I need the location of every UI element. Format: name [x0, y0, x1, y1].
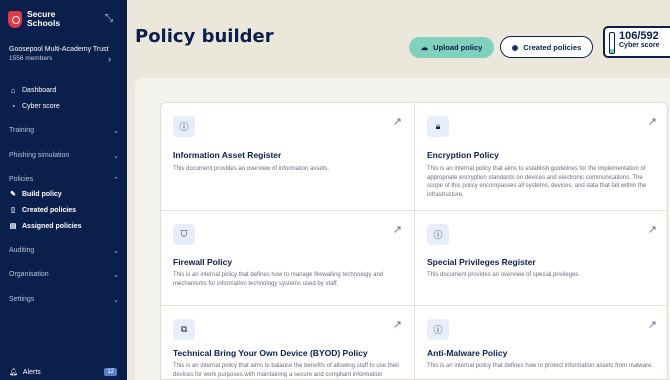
upload-policy-label: Upload policy [433, 43, 483, 52]
alerts-count-badge: 12 [104, 368, 117, 376]
shield-icon: ⛉ [173, 224, 195, 245]
nav-alerts[interactable]: 🔔︎ Alerts 12 [9, 368, 117, 376]
section-policies[interactable]: Policies ⌃ [9, 176, 119, 184]
arrow-up-right-icon[interactable]: ↗ [648, 318, 657, 331]
nav-build-policy[interactable]: ✎ Build policy [9, 190, 62, 199]
section-phishing[interactable]: Phishing simulation ⌄ [9, 152, 119, 160]
lock-icon: 🔒︎ [427, 116, 449, 137]
policy-card-description: This is an internal policy that aims to … [427, 166, 647, 198]
nav-cyber-score-label: Cyber score [22, 103, 60, 110]
collapse-sidebar-icon[interactable]: ⤡ [105, 13, 113, 24]
brand-line-2: Schools [27, 18, 61, 28]
org-switcher[interactable]: Goosepool Multi-Academy Trust 1556 membe… [9, 45, 119, 62]
chevron-down-icon: ⌄ [113, 128, 119, 135]
arrow-up-right-icon[interactable]: ↗ [393, 318, 402, 331]
policy-card-description: This is an internal policy that aims to … [173, 363, 400, 378]
chevron-down-icon: ⌄ [113, 297, 119, 304]
policy-card-description: This document provides an overview of in… [173, 166, 330, 172]
cloud-upload-icon: ☁ [420, 43, 429, 52]
score-label: Cyber score [619, 42, 660, 49]
policy-card-description: This document provides an overview of sp… [427, 272, 581, 278]
pencil-icon: ✎ [10, 191, 16, 198]
policy-card[interactable]: 🔒︎ ↗ Encryption Policy This is an intern… [415, 103, 667, 211]
page-title: Policy builder [135, 26, 274, 47]
score-level-bar [609, 32, 615, 54]
info-icon: ⓘ [427, 224, 449, 245]
document-icon: ▯ [11, 207, 15, 214]
section-settings-label: Settings [9, 296, 35, 303]
section-phishing-label: Phishing simulation [9, 152, 70, 159]
nav-dashboard-label: Dashboard [22, 87, 57, 94]
gauge-icon: ◔ [10, 102, 16, 111]
policy-card-description: This is an internal policy that defines … [173, 272, 384, 287]
eye-icon: ◉ [511, 42, 519, 52]
org-members: 1556 members [9, 55, 53, 62]
shield-logo-icon [8, 10, 22, 28]
org-name: Goosepool Multi-Academy Trust [9, 46, 109, 53]
policy-card[interactable]: ⓘ ↗ Special Privileges Register This doc… [415, 211, 667, 306]
policy-card-title: Special Privileges Register [427, 257, 536, 267]
created-policies-button[interactable]: ◉ Created policies [500, 36, 593, 58]
nav-assigned-policies[interactable]: ▤ Assigned policies [9, 222, 82, 231]
nav-dashboard[interactable]: ⌂ Dashboard [9, 86, 57, 95]
section-organisation[interactable]: Organisation ⌄ [9, 271, 119, 279]
policy-card[interactable]: ⛉ ↗ Firewall Policy This is an internal … [161, 211, 415, 306]
policy-template-grid: ⓘ ↗ Information Asset Register This docu… [160, 102, 668, 380]
nav-assigned-policies-label: Assigned policies [22, 222, 82, 230]
policy-card-title: Anti-Malware Policy [427, 348, 508, 358]
chevron-up-icon: ⌃ [113, 177, 119, 184]
cyber-score-widget[interactable]: 106/592 Cyber score [603, 26, 670, 58]
policy-card[interactable]: ⧉ ↗ Technical Bring Your Own Device (BYO… [161, 306, 415, 379]
info-icon: ⓘ [173, 116, 195, 137]
policy-card-title: Technical Bring Your Own Device (BYOD) P… [173, 348, 368, 358]
home-icon: ⌂ [10, 86, 16, 95]
created-policies-label: Created policies [523, 42, 582, 52]
policy-card[interactable]: ⓘ ↗ Anti-Malware Policy This is an inter… [415, 306, 667, 379]
chevron-down-icon: ⌄ [113, 153, 119, 160]
bell-icon: 🔔︎ [9, 369, 18, 376]
policy-card-description: This is an internal policy that defines … [427, 363, 654, 369]
alerts-label: Alerts [22, 368, 41, 376]
policy-card-title: Firewall Policy [173, 257, 233, 267]
chevron-down-icon: ⌄ [113, 248, 119, 255]
nav-created-policies-label: Created policies [22, 206, 77, 214]
section-organisation-label: Organisation [9, 271, 49, 278]
nav-created-policies[interactable]: ▯ Created policies [9, 206, 77, 215]
devices-icon: ⧉ [173, 319, 195, 340]
nav-build-policy-label: Build policy [22, 190, 62, 198]
arrow-up-right-icon[interactable]: ↗ [648, 223, 657, 236]
arrow-up-right-icon[interactable]: ↗ [393, 115, 402, 128]
brand-logo[interactable]: Secure Schools [8, 10, 60, 28]
sidebar: Secure Schools ⤡ Goosepool Multi-Academy… [0, 0, 127, 380]
section-policies-label: Policies [9, 176, 34, 183]
arrow-up-right-icon[interactable]: ↗ [393, 223, 402, 236]
section-training[interactable]: Training ⌄ [9, 127, 119, 135]
chevron-down-icon: ⌄ [113, 272, 119, 279]
section-training-label: Training [9, 127, 35, 134]
chevron-right-icon[interactable]: › [108, 54, 111, 64]
section-auditing-label: Auditing [9, 247, 35, 254]
score-value: 106/592 [619, 30, 659, 42]
clipboard-icon: ▤ [9, 223, 17, 230]
nav-cyber-score[interactable]: ◔ Cyber score [9, 102, 60, 111]
arrow-up-right-icon[interactable]: ↗ [648, 115, 657, 128]
info-icon: ⓘ [427, 319, 449, 340]
policy-card[interactable]: ⓘ ↗ Information Asset Register This docu… [161, 103, 415, 211]
section-settings[interactable]: Settings ⌄ [9, 296, 119, 304]
upload-policy-button[interactable]: ☁ Upload policy [409, 37, 494, 58]
policy-card-title: Information Asset Register [173, 150, 282, 160]
section-auditing[interactable]: Auditing ⌄ [9, 247, 119, 255]
policy-card-title: Encryption Policy [427, 150, 499, 160]
